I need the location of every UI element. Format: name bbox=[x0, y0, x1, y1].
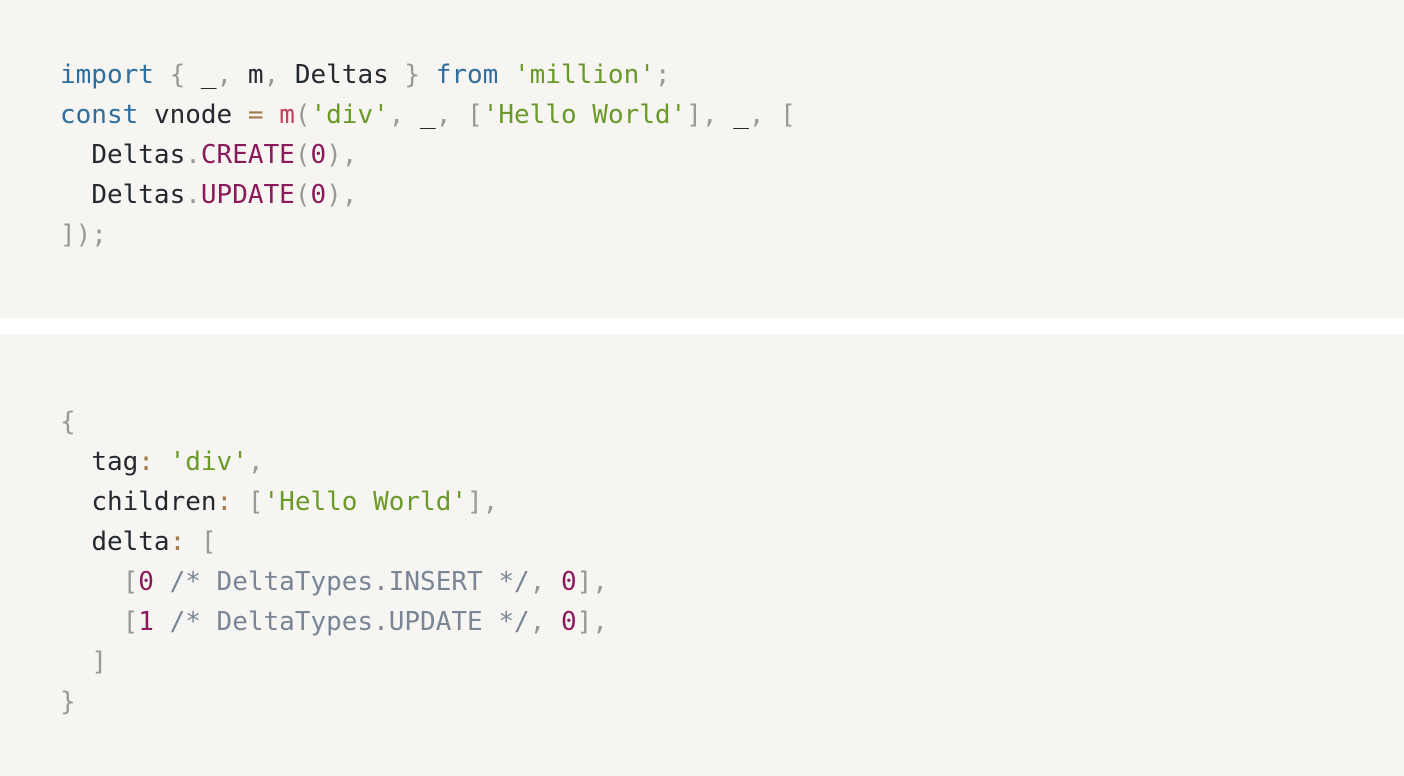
number-delta-type: 1 bbox=[138, 607, 154, 637]
close-bracket: ] bbox=[686, 100, 702, 130]
open-paren: ( bbox=[294, 180, 311, 210]
string-hello-world: 'Hello World' bbox=[482, 100, 687, 130]
number-index: 0 bbox=[560, 567, 577, 597]
comma: , bbox=[216, 60, 233, 90]
identifier-m: m bbox=[247, 60, 264, 90]
code-line: Deltas.UPDATE(0), bbox=[60, 175, 796, 215]
colon: : bbox=[138, 447, 154, 477]
comma: , bbox=[263, 60, 280, 90]
method-create: CREATE bbox=[200, 140, 295, 170]
comma: , bbox=[341, 140, 358, 170]
semicolon: ; bbox=[654, 60, 671, 90]
string-hello-world: 'Hello World' bbox=[263, 487, 468, 517]
close-paren: ) bbox=[326, 180, 342, 210]
close-bracket: ] bbox=[576, 607, 593, 637]
open-bracket: [ bbox=[122, 567, 139, 597]
close-paren: ) bbox=[326, 140, 342, 170]
dot: . bbox=[185, 180, 201, 210]
key-tag: tag bbox=[91, 447, 139, 477]
comma: , bbox=[388, 100, 405, 130]
code-line: } bbox=[60, 682, 608, 722]
open-paren: ( bbox=[294, 140, 311, 170]
comma: , bbox=[529, 567, 546, 597]
key-children: children bbox=[91, 487, 217, 517]
number-index: 0 bbox=[560, 607, 577, 637]
function-m: m bbox=[279, 100, 295, 130]
keyword-const: const bbox=[60, 100, 139, 130]
code-line: import { _, m, Deltas } from 'million'; bbox=[60, 55, 796, 95]
identifier-deltas: Deltas bbox=[294, 60, 389, 90]
comma: , bbox=[341, 180, 358, 210]
code-listing: { tag: 'div', children: ['Hello World'],… bbox=[60, 402, 608, 722]
code-line: tag: 'div', bbox=[60, 442, 608, 482]
operator-equals: = bbox=[247, 100, 264, 130]
comma: , bbox=[529, 607, 546, 637]
code-line: [0 /* DeltaTypes.INSERT */, 0], bbox=[60, 562, 608, 602]
code-line: Deltas.CREATE(0), bbox=[60, 135, 796, 175]
colon: : bbox=[216, 487, 233, 517]
closing-tokens: ]); bbox=[60, 220, 107, 250]
close-bracket: ] bbox=[576, 567, 593, 597]
dot: . bbox=[185, 140, 201, 170]
identifier-vnode: vnode bbox=[153, 100, 233, 130]
keyword-from: from bbox=[435, 60, 499, 90]
comma: , bbox=[592, 567, 608, 597]
close-bracket: ] bbox=[467, 487, 483, 517]
open-brace: { bbox=[169, 60, 186, 90]
comma: , bbox=[701, 100, 718, 130]
key-delta: delta bbox=[91, 527, 170, 557]
comment-insert: /* DeltaTypes.INSERT */ bbox=[169, 567, 530, 597]
open-bracket: [ bbox=[780, 100, 796, 130]
method-update: UPDATE bbox=[200, 180, 295, 210]
colon: : bbox=[169, 527, 186, 557]
identifier-underscore: _ bbox=[200, 60, 217, 90]
comma: , bbox=[482, 487, 499, 517]
open-paren: ( bbox=[294, 100, 311, 130]
comma: , bbox=[247, 447, 264, 477]
identifier-deltas: Deltas bbox=[91, 180, 186, 210]
string-div: 'div' bbox=[310, 100, 389, 130]
open-bracket: [ bbox=[122, 607, 139, 637]
code-line: ] bbox=[60, 642, 608, 682]
code-line: { bbox=[60, 402, 608, 442]
open-bracket: [ bbox=[247, 487, 264, 517]
identifier-underscore: _ bbox=[420, 100, 436, 130]
code-block-vnode-object: { tag: 'div', children: ['Hello World'],… bbox=[0, 334, 1404, 776]
close-brace: } bbox=[404, 60, 421, 90]
keyword-import: import bbox=[60, 60, 154, 90]
identifier-deltas: Deltas bbox=[91, 140, 186, 170]
string-module: 'million' bbox=[514, 60, 655, 90]
close-bracket: ] bbox=[91, 647, 107, 677]
number-delta-type: 0 bbox=[138, 567, 154, 597]
number-zero: 0 bbox=[310, 140, 327, 170]
code-line: const vnode = m('div', _, ['Hello World'… bbox=[60, 95, 796, 135]
open-bracket: [ bbox=[467, 100, 483, 130]
number-zero: 0 bbox=[310, 180, 327, 210]
code-line: ]); bbox=[60, 215, 796, 255]
comma: , bbox=[435, 100, 452, 130]
code-line: children: ['Hello World'], bbox=[60, 482, 608, 522]
code-line: [1 /* DeltaTypes.UPDATE */, 0], bbox=[60, 602, 608, 642]
code-listing: import { _, m, Deltas } from 'million'; c… bbox=[60, 55, 796, 255]
comment-update: /* DeltaTypes.UPDATE */ bbox=[169, 607, 530, 637]
comma: , bbox=[748, 100, 765, 130]
string-div: 'div' bbox=[169, 447, 248, 477]
code-line: delta: [ bbox=[60, 522, 608, 562]
open-bracket: [ bbox=[200, 527, 217, 557]
open-brace: { bbox=[60, 407, 76, 437]
comma: , bbox=[592, 607, 608, 637]
identifier-underscore: _ bbox=[733, 100, 749, 130]
code-block-million-import: import { _, m, Deltas } from 'million'; c… bbox=[0, 0, 1404, 318]
close-brace: } bbox=[60, 687, 76, 717]
